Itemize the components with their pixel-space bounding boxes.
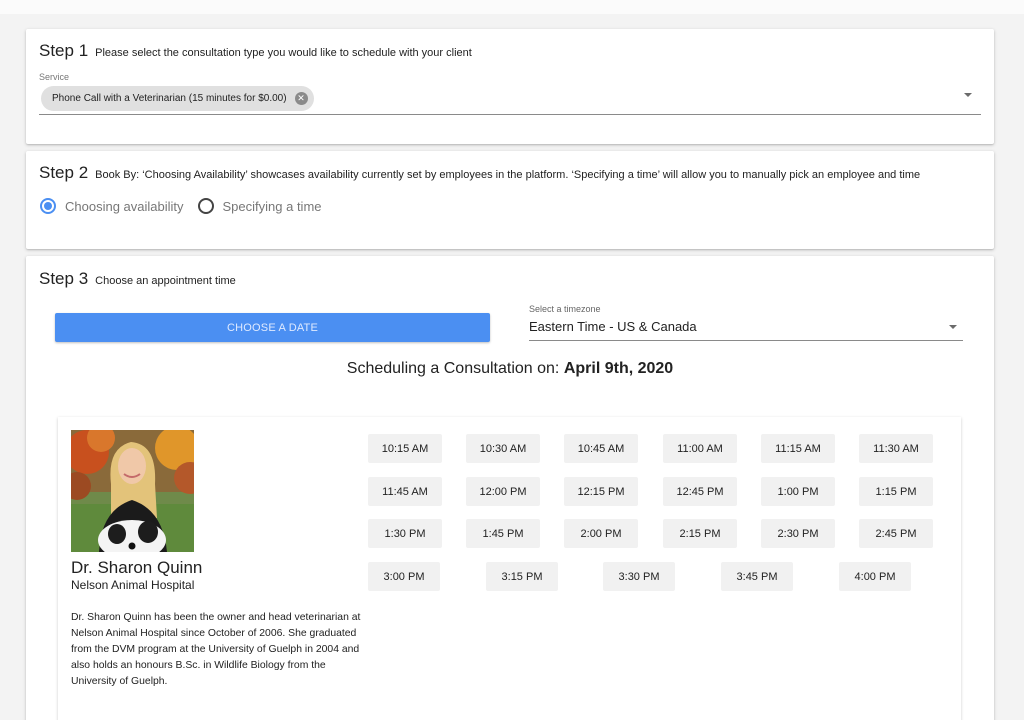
time-slot-button[interactable]: 11:30 AM [859, 434, 933, 463]
time-slot-button[interactable]: 3:30 PM [603, 562, 675, 591]
time-slot-button[interactable]: 1:15 PM [859, 477, 933, 506]
time-slot-button[interactable]: 3:00 PM [368, 562, 440, 591]
timezone-value: Eastern Time - US & Canada [529, 319, 697, 334]
doctor-bio: Dr. Sharon Quinn has been the owner and … [71, 612, 361, 687]
time-slot-button[interactable]: 2:15 PM [663, 519, 737, 548]
time-slot-button[interactable]: 11:00 AM [663, 434, 737, 463]
radio-label: Choosing availability [65, 198, 184, 214]
time-slot-button[interactable]: 12:15 PM [564, 477, 638, 506]
timezone-dropdown-arrow-icon[interactable] [949, 325, 957, 329]
time-slot-button[interactable]: 12:00 PM [466, 477, 540, 506]
time-slot-button[interactable]: 2:30 PM [761, 519, 835, 548]
remove-chip-icon[interactable]: ✕ [294, 92, 308, 105]
service-select[interactable]: Phone Call with a Veterinarian (15 minut… [39, 84, 981, 115]
time-slot-button[interactable]: 11:15 AM [761, 434, 835, 463]
radio-specifying-time[interactable]: Specifying a time [197, 198, 322, 214]
book-by-radio-group: Choosing availability Specifying a time [40, 198, 336, 214]
step1-description: Please select the consultation type you … [95, 47, 472, 59]
radio-choosing-availability[interactable]: Choosing availability [40, 198, 184, 214]
step3-header: Step 3 Choose an appointment time [39, 269, 236, 289]
time-slot-button[interactable]: 3:15 PM [486, 562, 558, 591]
step3-card: Step 3 Choose an appointment time CHOOSE… [26, 256, 994, 720]
step3-description: Choose an appointment time [95, 275, 236, 287]
time-slot-button[interactable]: 1:00 PM [761, 477, 835, 506]
time-slot-button[interactable]: 1:30 PM [368, 519, 442, 548]
timezone-select[interactable]: Eastern Time - US & Canada [529, 316, 963, 341]
time-slot-button[interactable]: 2:00 PM [564, 519, 638, 548]
step2-card: Step 2 Book By: ‘Choosing Availability’ … [26, 151, 994, 249]
timezone-label: Select a timezone [529, 304, 601, 314]
step1-header: Step 1 Please select the consultation ty… [39, 41, 472, 61]
time-slot-button[interactable]: 4:00 PM [839, 562, 911, 591]
doctor-photo-image [71, 430, 194, 552]
choose-date-button[interactable]: CHOOSE A DATE [55, 313, 490, 342]
time-slot-button[interactable]: 10:15 AM [368, 434, 442, 463]
scheduling-page: Step 1 Please select the consultation ty… [0, 0, 1024, 720]
radio-checked-icon[interactable] [40, 198, 56, 214]
doctor-name: Dr. Sharon Quinn [71, 558, 203, 577]
step1-number: Step 1 [39, 41, 89, 60]
top-strip [0, 0, 1024, 14]
doctor-organization: Nelson Animal Hospital [71, 578, 195, 592]
service-chip-label: Phone Call with a Veterinarian (15 minut… [52, 93, 287, 104]
radio-label: Specifying a time [222, 198, 322, 214]
radio-unchecked-icon[interactable] [197, 198, 214, 214]
service-label: Service [39, 72, 70, 82]
step2-description: Book By: ‘Choosing Availability’ showcas… [95, 169, 921, 181]
service-chip: Phone Call with a Veterinarian (15 minut… [41, 86, 314, 111]
scheduling-prefix: Scheduling a Consultation on: [346, 360, 564, 377]
step2-header: Step 2 Book By: ‘Choosing Availability’ … [39, 163, 920, 183]
time-slot-button[interactable]: 11:45 AM [368, 477, 442, 506]
time-slot-button[interactable]: 10:30 AM [466, 434, 540, 463]
service-dropdown-arrow-icon[interactable] [964, 93, 972, 97]
step2-number: Step 2 [39, 163, 89, 182]
time-slot-button[interactable]: 2:45 PM [859, 519, 933, 548]
time-slot-button[interactable]: 1:45 PM [466, 519, 540, 548]
scheduling-title: Scheduling a Consultation on: April 9th,… [26, 360, 994, 378]
time-slot-button[interactable]: 12:45 PM [663, 477, 737, 506]
step1-card: Step 1 Please select the consultation ty… [26, 29, 994, 144]
time-slot-button[interactable]: 3:45 PM [721, 562, 793, 591]
scheduling-date: April 9th, 2020 [563, 360, 674, 377]
time-slot-button[interactable]: 10:45 AM [564, 434, 638, 463]
employee-availability-card: Dr. Sharon Quinn Nelson Animal Hospital … [58, 417, 961, 720]
step3-number: Step 3 [39, 269, 89, 288]
doctor-photo [71, 430, 194, 552]
